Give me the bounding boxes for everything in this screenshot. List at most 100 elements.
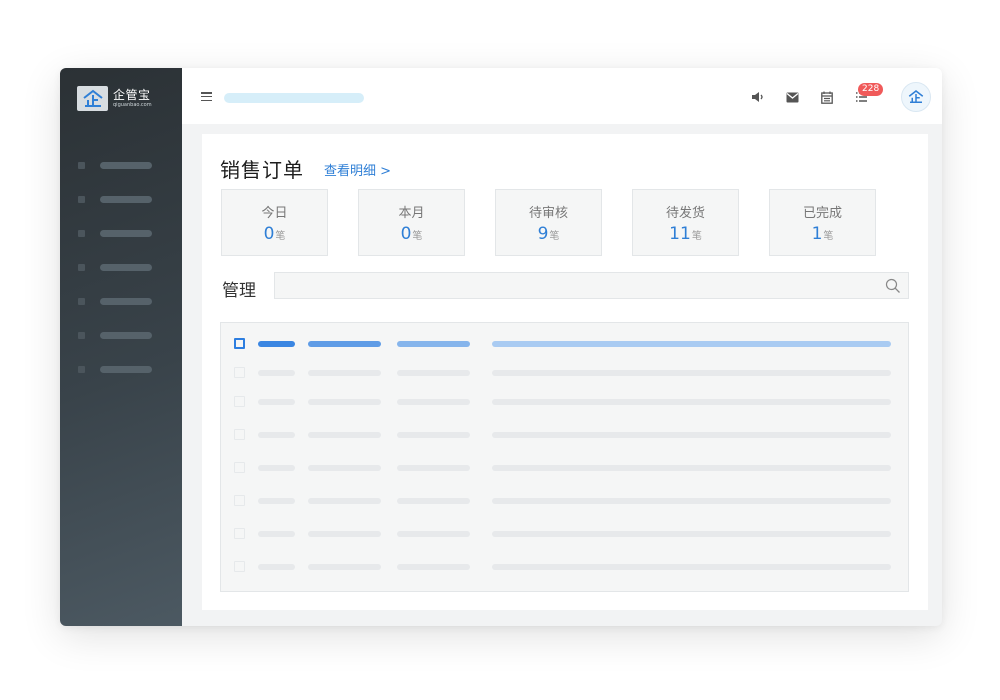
- stat-value: 11: [669, 224, 691, 244]
- table-row[interactable]: [221, 363, 910, 383]
- table-cell: [397, 370, 470, 376]
- stat-card-pending-review[interactable]: 待审核 9笔: [495, 189, 602, 256]
- row-checkbox[interactable]: [234, 396, 245, 407]
- table-cell: [258, 370, 295, 376]
- sidebar-item-4[interactable]: [78, 250, 152, 284]
- manage-label: 管理: [222, 281, 256, 301]
- table-cell: [492, 399, 891, 405]
- table-row[interactable]: [221, 557, 910, 577]
- row-checkbox[interactable]: [234, 495, 245, 506]
- stat-value: 1: [811, 224, 823, 244]
- sidebar-item-label: [100, 161, 152, 169]
- row-checkbox[interactable]: [234, 367, 245, 378]
- stat-unit: 笔: [691, 231, 702, 242]
- nav-dot-icon: [78, 297, 85, 305]
- stat-card-month[interactable]: 本月 0笔: [358, 189, 465, 256]
- stat-value: 0: [263, 224, 275, 244]
- mail-icon[interactable]: [785, 90, 799, 104]
- stat-unit: 笔: [549, 231, 560, 242]
- sidebar-item-6[interactable]: [78, 318, 152, 352]
- stat-card-completed[interactable]: 已完成 1笔: [769, 189, 876, 256]
- search-input[interactable]: [274, 272, 909, 299]
- stat-unit: 笔: [823, 231, 834, 242]
- stat-unit: 笔: [412, 231, 423, 242]
- notification-badge[interactable]: 228: [858, 83, 884, 96]
- table-row[interactable]: [221, 491, 910, 511]
- table-cell: [492, 465, 891, 471]
- row-checkbox[interactable]: [234, 528, 245, 539]
- table-header-row: [221, 334, 910, 354]
- row-checkbox[interactable]: [234, 462, 245, 473]
- stat-value: 0: [400, 224, 412, 244]
- table-cell: [308, 465, 381, 471]
- menu-icon[interactable]: [201, 92, 212, 102]
- view-detail-link[interactable]: 查看明细 >: [324, 160, 391, 179]
- stat-label: 待发货: [665, 206, 705, 221]
- nav-dot-icon: [78, 263, 85, 271]
- nav-dot-icon: [78, 161, 85, 169]
- table-cell: [258, 465, 295, 471]
- brand-logo[interactable]: 企管宝 qiguanbao.com: [77, 86, 152, 111]
- table-cell: [397, 531, 470, 537]
- stat-card-today[interactable]: 今日 0笔: [221, 189, 328, 256]
- search-icon[interactable]: [885, 278, 901, 298]
- row-checkbox[interactable]: [234, 429, 245, 440]
- stat-card-pending-shipment[interactable]: 待发货 11笔: [632, 189, 739, 256]
- stat-unit: 笔: [275, 231, 286, 242]
- breadcrumb: [224, 93, 364, 103]
- table-cell: [397, 399, 470, 405]
- sidebar-item-5[interactable]: [78, 284, 152, 318]
- avatar-logo-icon: [908, 90, 924, 103]
- column-header[interactable]: [308, 341, 381, 347]
- nav-dot-icon: [78, 331, 85, 339]
- sidebar-item-label: [100, 331, 152, 339]
- sidebar-item-label: [100, 229, 152, 237]
- sidebar-item-label: [100, 195, 152, 203]
- sidebar-item-7[interactable]: [78, 352, 152, 386]
- table-cell: [492, 564, 891, 570]
- sidebar-item-label: [100, 263, 152, 271]
- table-cell: [308, 498, 381, 504]
- table-row[interactable]: [221, 425, 910, 445]
- logo-icon: [77, 86, 108, 111]
- table-cell: [397, 564, 470, 570]
- sidebar-item-2[interactable]: [78, 182, 152, 216]
- select-all-checkbox[interactable]: [234, 338, 245, 349]
- table-cell: [258, 531, 295, 537]
- sidebar: 企管宝 qiguanbao.com: [60, 68, 182, 626]
- table-cell: [492, 432, 891, 438]
- row-checkbox[interactable]: [234, 561, 245, 572]
- top-header: 228: [182, 68, 942, 124]
- table-cell: [308, 432, 381, 438]
- column-header[interactable]: [492, 341, 891, 347]
- nav-dot-icon: [78, 229, 85, 237]
- orders-table: [220, 322, 909, 592]
- avatar[interactable]: [901, 82, 931, 112]
- table-cell: [492, 370, 891, 376]
- table-cell: [258, 564, 295, 570]
- sidebar-item-1[interactable]: [78, 148, 152, 182]
- column-header[interactable]: [258, 341, 295, 347]
- page-title: 销售订单: [220, 158, 304, 182]
- brand-name: 企管宝: [113, 87, 151, 102]
- stat-label: 本月: [398, 206, 425, 221]
- sidebar-nav: [78, 148, 152, 386]
- table-row[interactable]: [221, 392, 910, 412]
- speaker-icon[interactable]: [750, 90, 764, 104]
- column-header[interactable]: [397, 341, 470, 347]
- table-cell: [397, 465, 470, 471]
- table-row[interactable]: [221, 524, 910, 544]
- table-cell: [397, 498, 470, 504]
- table-cell: [397, 432, 470, 438]
- table-row[interactable]: [221, 458, 910, 478]
- table-cell: [308, 531, 381, 537]
- calendar-icon[interactable]: [820, 90, 834, 104]
- sidebar-item-3[interactable]: [78, 216, 152, 250]
- table-cell: [308, 399, 381, 405]
- table-cell: [258, 432, 295, 438]
- nav-dot-icon: [78, 365, 85, 373]
- brand-domain: qiguanbao.com: [113, 101, 152, 108]
- table-cell: [492, 531, 891, 537]
- sidebar-item-label: [100, 297, 152, 305]
- stat-value: 9: [537, 224, 549, 244]
